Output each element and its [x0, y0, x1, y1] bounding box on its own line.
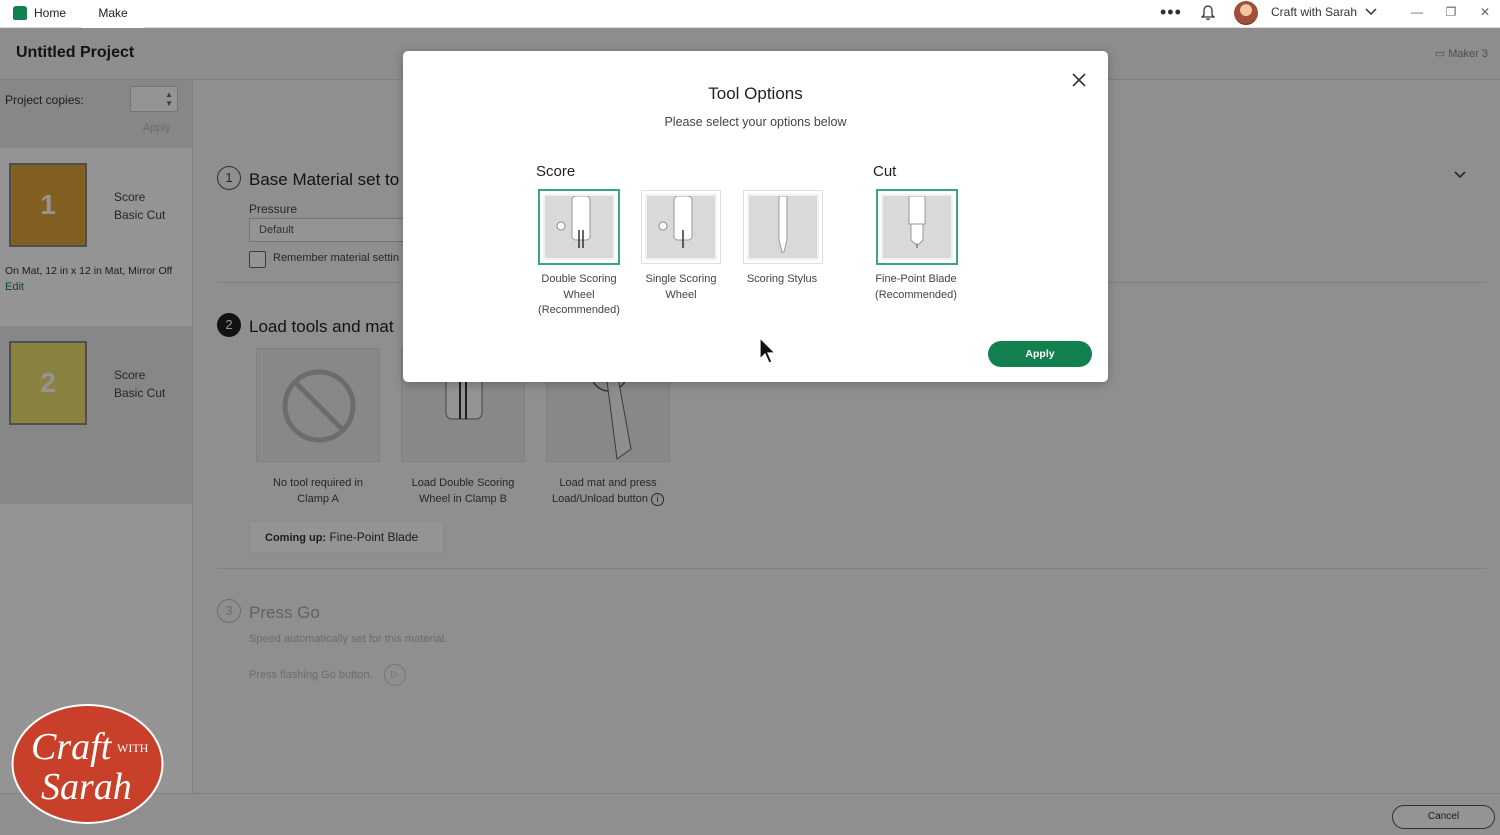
double-scoring-wheel-option[interactable] — [538, 189, 620, 265]
fine-point-blade-caption: Fine-Point Blade (Recommended) — [875, 273, 957, 301]
single-scoring-wheel-icon — [647, 196, 715, 258]
minimize-icon[interactable]: — — [1408, 0, 1426, 28]
double-scoring-wheel-icon — [545, 196, 613, 258]
mouse-cursor-icon — [759, 337, 777, 364]
ellipsis-icon[interactable]: ••• — [1160, 0, 1182, 28]
svg-text:Sarah: Sarah — [41, 766, 132, 808]
single-scoring-wheel-caption: Single Scoring Wheel — [645, 273, 717, 301]
fine-point-blade-option[interactable] — [876, 189, 958, 265]
apply-button[interactable]: Apply — [988, 341, 1092, 367]
single-scoring-wheel-option[interactable] — [641, 190, 721, 264]
dialog-title: Tool Options — [708, 84, 803, 103]
dialog-subtitle: Please select your options below — [664, 115, 847, 129]
avatar[interactable] — [1234, 1, 1258, 25]
craft-with-sarah-logo: Craft WITH Sarah — [11, 704, 164, 824]
close-window-icon[interactable]: ✕ — [1476, 0, 1494, 28]
score-heading: Score — [536, 163, 576, 180]
fine-point-blade-icon — [883, 196, 951, 258]
close-icon[interactable] — [1070, 71, 1088, 89]
cut-heading: Cut — [873, 163, 897, 180]
tab-make[interactable]: Make — [82, 0, 144, 28]
restore-icon[interactable]: ❐ — [1442, 0, 1460, 28]
tool-options-dialog: Tool Options Please select your options … — [403, 51, 1108, 382]
title-bar: Home Make ••• Craft with Sarah — ❐ ✕ — [0, 0, 1500, 28]
svg-text:WITH: WITH — [117, 741, 149, 755]
user-menu[interactable]: Craft with Sarah — [1271, 0, 1381, 28]
bell-icon[interactable] — [1198, 0, 1218, 28]
tab-make-label: Make — [98, 6, 128, 20]
home-icon — [13, 6, 27, 20]
svg-text:Craft: Craft — [31, 726, 113, 768]
scoring-stylus-caption: Scoring Stylus — [746, 273, 818, 285]
tab-home-label: Home — [34, 6, 67, 20]
tab-home[interactable]: Home — [10, 0, 80, 28]
user-name: Craft with Sarah — [1271, 5, 1358, 19]
scoring-stylus-option[interactable] — [743, 190, 823, 264]
scoring-stylus-icon — [749, 196, 817, 258]
double-scoring-wheel-caption: Double Scoring Wheel (Recommended) — [538, 273, 620, 316]
chevron-down-icon — [1365, 8, 1377, 16]
